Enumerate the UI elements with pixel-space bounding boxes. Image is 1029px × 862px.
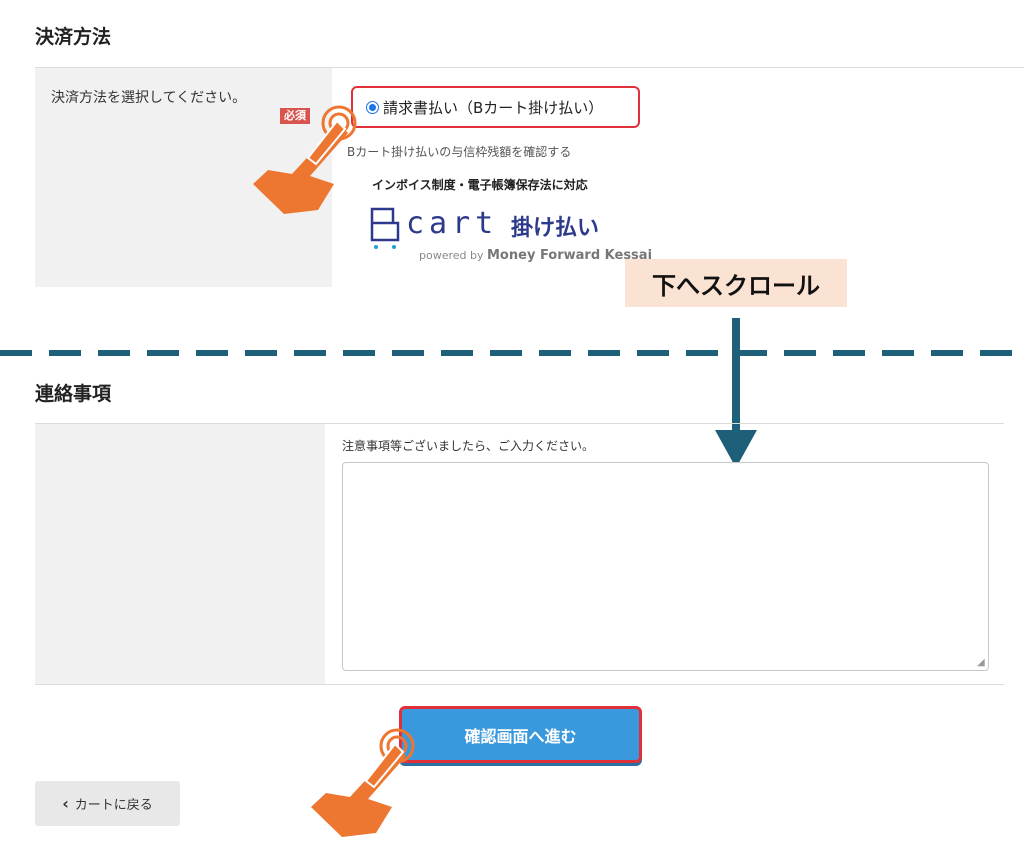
- contact-textarea[interactable]: [342, 462, 989, 671]
- hand-pointer-icon: [253, 105, 357, 214]
- payment-option-label: 請求書払い（Bカート掛け払い）: [383, 98, 604, 117]
- arrow-down-icon: [715, 318, 757, 468]
- powered-prefix: powered by: [419, 249, 484, 262]
- payment-option-invoice[interactable]: 請求書払い（Bカート掛け払い）: [351, 86, 640, 128]
- chevron-left-icon: ‹: [62, 794, 69, 813]
- invoice-compliance-note: インボイス制度・電子帳簿保存法に対応: [372, 178, 588, 192]
- bcart-b-icon: [370, 207, 400, 249]
- dashed-divider: [0, 350, 1029, 356]
- powered-by: powered by Money Forward Kessai: [419, 248, 652, 263]
- scroll-down-badge: 下へスクロール: [625, 259, 847, 307]
- contact-label-cell: [35, 424, 325, 684]
- bcart-logo: cart 掛け払い powered by Money Forward Kessa…: [369, 204, 652, 266]
- bcart-wordmark: cart: [406, 206, 499, 241]
- hand-pointer-icon: [311, 728, 415, 837]
- bcart-jp-label: 掛け払い: [511, 216, 600, 241]
- contact-section-title: 連絡事項: [35, 383, 112, 405]
- contact-hint: 注意事項等ございましたら、ご入力ください。: [342, 439, 595, 453]
- confirm-button[interactable]: 確認画面へ進む: [399, 706, 642, 763]
- payment-section-title: 決済方法: [35, 26, 112, 48]
- payment-label: 決済方法を選択してください。: [51, 90, 247, 106]
- back-to-cart-button[interactable]: ‹ カートに戻る: [35, 781, 180, 826]
- resize-grip-icon[interactable]: ◢: [977, 657, 985, 668]
- back-to-cart-label: カートに戻る: [74, 798, 153, 813]
- contact-bottom-divider: [35, 684, 1004, 685]
- credit-balance-link[interactable]: Bカート掛け払いの与信枠残額を確認する: [347, 143, 571, 160]
